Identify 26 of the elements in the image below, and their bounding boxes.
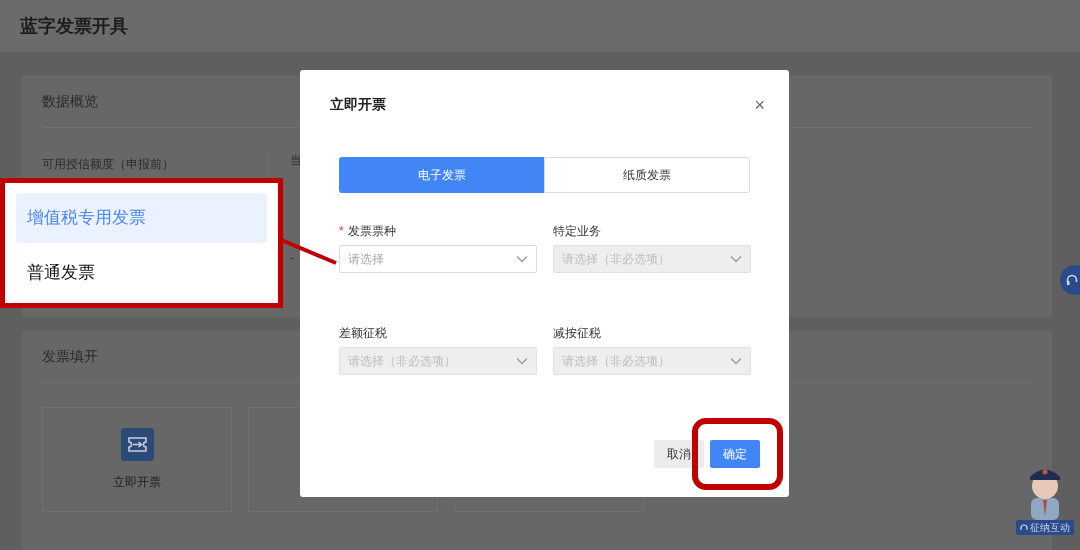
dropdown-option[interactable]: 增值税专用发票 [16, 193, 267, 243]
dropdown-option[interactable]: 普通发票 [16, 248, 267, 298]
chevron-down-icon [730, 255, 742, 263]
dialog-title: 立即开票 [330, 95, 386, 114]
chevron-down-icon [516, 255, 528, 263]
chevron-down-icon [516, 357, 528, 365]
tab[interactable]: 纸质发票 [544, 157, 750, 193]
confirm-button[interactable]: 确定 [710, 440, 760, 468]
stat-label: 当 [290, 152, 302, 169]
select-field[interactable]: 请选择 [339, 245, 537, 273]
page-title: 蓝字发票开具 [20, 14, 128, 38]
section-title: 发票填开 [42, 346, 98, 366]
action-card[interactable]: 立即开票 [42, 407, 232, 512]
field-label: 发票票种 [347, 223, 396, 239]
field-label: 差额征税 [339, 325, 387, 341]
chevron-down-icon [730, 357, 742, 365]
assistant-badge[interactable]: 征纳互动 [1016, 520, 1074, 535]
stat-detail: - [290, 250, 295, 267]
headset-icon [1066, 274, 1078, 286]
field-label: 特定业务 [553, 223, 601, 239]
close-button[interactable]: × [754, 95, 765, 114]
required-mark: * [339, 223, 344, 239]
field-label: 减按征税 [553, 325, 601, 341]
headset-icon [1020, 523, 1028, 532]
section-title: 数据概览 [42, 91, 98, 111]
tab[interactable]: 电子发票 [339, 157, 544, 193]
